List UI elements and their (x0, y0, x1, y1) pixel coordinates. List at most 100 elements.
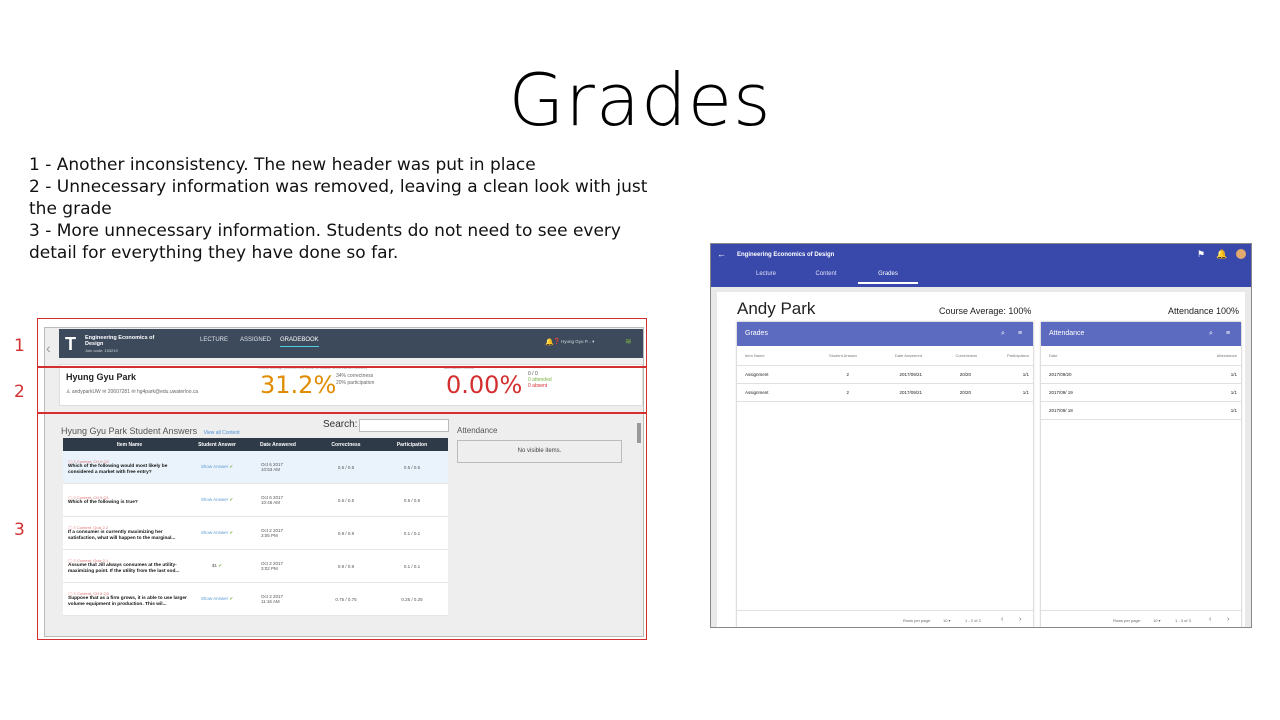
col-participation[interactable]: Participation (977, 353, 1029, 358)
table-row[interactable]: 2017/09/20 1/1 (1041, 366, 1241, 384)
attendance-panel-title: Attendance (1049, 330, 1085, 337)
attendance-summary: Attendance 100% (1168, 306, 1240, 316)
old-att-absent: 0 absent (528, 383, 548, 389)
attendance-date: 2017/09/ 19 (1049, 390, 1073, 395)
old-participation: 20% participation (336, 380, 375, 386)
page-range: 1 - 3 of 3 (1175, 618, 1191, 623)
item-name: If a consumer is currently maximizing he… (68, 530, 176, 541)
col-correctness[interactable]: Correctness (922, 353, 977, 358)
item-name: Assignment (745, 390, 769, 395)
table-row[interactable]: Assignment 2 2017/09/21 20/20 1/1 (737, 384, 1033, 402)
slide: Grades 1 - Another inconsistency. The ne… (0, 0, 1280, 720)
back-arrow-icon[interactable]: ← (717, 249, 726, 259)
scrollbar[interactable] (637, 423, 641, 443)
col-participation[interactable]: Participation (379, 442, 445, 448)
col-date-answered[interactable]: Date Answered (857, 353, 922, 358)
old-attendance-score: 0.00% (446, 371, 523, 399)
table-row[interactable]: Assignment 2 2017/09/21 20/20 1/1 (737, 366, 1033, 384)
next-page-icon[interactable]: › (1019, 616, 1021, 623)
attendance-pagination: Rows per page: 10 ▾ 1 - 3 of 3 ‹ › (1041, 610, 1241, 627)
prev-page-icon[interactable]: ‹ (1209, 616, 1211, 623)
show-answer-link[interactable]: Show Answer (201, 464, 228, 469)
table-row[interactable]: 2017/09/ 18 1/1 (1041, 402, 1241, 420)
table-row[interactable]: ◯ ≡ Content, CH 8 Q3 Suppose that as a fi… (63, 583, 448, 616)
old-answers-title: Hyung Gyu Park Student Answers View all … (61, 426, 240, 436)
correctness: 0.5 / 0.5 (337, 464, 355, 470)
tab-content[interactable]: Content (796, 271, 856, 277)
check-icon: ✔ (218, 563, 223, 568)
old-nav-assigned[interactable]: ASSIGNED (240, 337, 271, 343)
col-student-answer[interactable]: Student Answer (191, 442, 243, 448)
rows-per-page-select[interactable]: 10 ▾ (1153, 618, 1161, 623)
table-row[interactable]: ◯ ≡ Content, CH 9 Q2 Which of the followi… (63, 451, 448, 484)
back-chevron-icon[interactable]: ‹ (46, 340, 51, 356)
col-correctness[interactable]: Correctness (313, 442, 379, 448)
slide-title: Grades (508, 58, 772, 142)
time-answered: 10:46 AM (261, 500, 281, 505)
old-search-input[interactable] (359, 419, 449, 432)
new-ui-screenshot: ← Engineering Economics of Design Lectur… (710, 243, 1252, 628)
annotation-divider (37, 366, 647, 368)
search-icon[interactable]: ⌕ (1001, 322, 1005, 346)
table-row[interactable]: ◯ ≡ Content, Quiz 2.2 If a consumer is cu… (63, 517, 448, 550)
help-icon[interactable]: ❓ (553, 338, 560, 345)
old-score-breakdown: 34% correctness 20% participation (336, 373, 374, 387)
tab-grades[interactable]: Grades (858, 271, 918, 284)
participation: 0.5 / 0.5 (403, 497, 421, 503)
old-course-score: 31.2% (260, 371, 337, 399)
old-nav-lecture[interactable]: LECTURE (200, 337, 228, 343)
col-item-name[interactable]: Item Name (63, 442, 191, 448)
time-answered: 10:53 AM (261, 467, 281, 472)
filter-icon[interactable]: ≡ (1226, 322, 1230, 346)
show-answer-link[interactable]: Show Answer (201, 596, 228, 601)
grades-pagination: Rows per page: 10 ▾ 1 - 2 of 2 ‹ › (737, 610, 1033, 627)
item-name: Which of the following would most likely… (68, 464, 168, 475)
new-header: ← Engineering Economics of Design Lectur… (711, 244, 1251, 287)
col-date[interactable]: Date (1041, 353, 1141, 358)
rows-per-page-label: Rows per page: (903, 618, 932, 623)
check-icon: ✔ (229, 596, 234, 601)
table-row[interactable]: 2017/09/ 19 1/1 (1041, 384, 1241, 402)
search-icon[interactable]: ⌕ (1209, 322, 1213, 346)
correctness: 0.9 / 0.9 (337, 530, 355, 536)
old-nav-gradebook[interactable]: GRADEBOOK (280, 337, 319, 347)
correctness: 20/20 (959, 390, 971, 395)
date-answered: 2017/09/21 (899, 390, 922, 395)
item-name: Suppose that as a firm grows, it is able… (68, 596, 187, 607)
attendance-date: 2017/09/ 18 (1049, 408, 1073, 413)
next-page-icon[interactable]: › (1227, 616, 1229, 623)
participation: 0.1 / 0.1 (403, 563, 421, 569)
filter-icon[interactable]: ≡ (1018, 322, 1022, 346)
old-search-label: Search: (323, 419, 358, 430)
page-range: 1 - 2 of 2 (965, 618, 981, 623)
prev-page-icon[interactable]: ‹ (1001, 616, 1003, 623)
tophat-logo-icon: T (65, 334, 76, 354)
old-join-code: Join code: 153219 (85, 348, 118, 353)
show-answer-link[interactable]: Show Answer (201, 497, 228, 502)
course-average: Course Average: 100% (939, 306, 1032, 316)
old-attendance-title: Attendance (457, 426, 498, 435)
table-row[interactable]: ◯ ≡ Content, Quiz 2.1 Assume that Jill al… (63, 550, 448, 583)
bell-icon[interactable]: 🔔 (1216, 249, 1227, 260)
flag-icon[interactable]: ⚑ (1197, 249, 1205, 260)
rows-per-page-select[interactable]: 10 ▾ (943, 618, 951, 623)
col-attendance[interactable]: Attendance (1141, 353, 1237, 358)
avatar[interactable] (1236, 249, 1246, 259)
view-all-content-link[interactable]: View all Content (204, 430, 240, 436)
old-user-menu[interactable]: Hyung Gyu P... ▾ (561, 339, 594, 345)
attendance-table-header: Date Attendance (1041, 346, 1241, 366)
time-answered: 3:02 PM (261, 566, 278, 571)
table-row[interactable]: ◯ ≡ Content, CH 9 Q1 Which of the followi… (63, 484, 448, 517)
correctness: 0.9 / 0.9 (337, 563, 355, 569)
time-answered: 11:16 AM (261, 599, 280, 604)
student-answer-value: $1 (211, 563, 217, 568)
tab-lecture[interactable]: Lecture (736, 271, 796, 277)
student-answer: 2 (846, 390, 849, 395)
participation: 0.1 / 0.1 (403, 530, 421, 536)
show-answer-link[interactable]: Show Answer (201, 530, 228, 535)
col-student-answer[interactable]: Student Answer (797, 353, 857, 358)
old-correctness: 34% correctness (336, 373, 374, 379)
col-item-name[interactable]: Item Name (737, 353, 797, 358)
slide-notes: 1 - Another inconsistency. The new heade… (29, 154, 649, 264)
col-date-answered[interactable]: Date Answered (243, 442, 313, 448)
